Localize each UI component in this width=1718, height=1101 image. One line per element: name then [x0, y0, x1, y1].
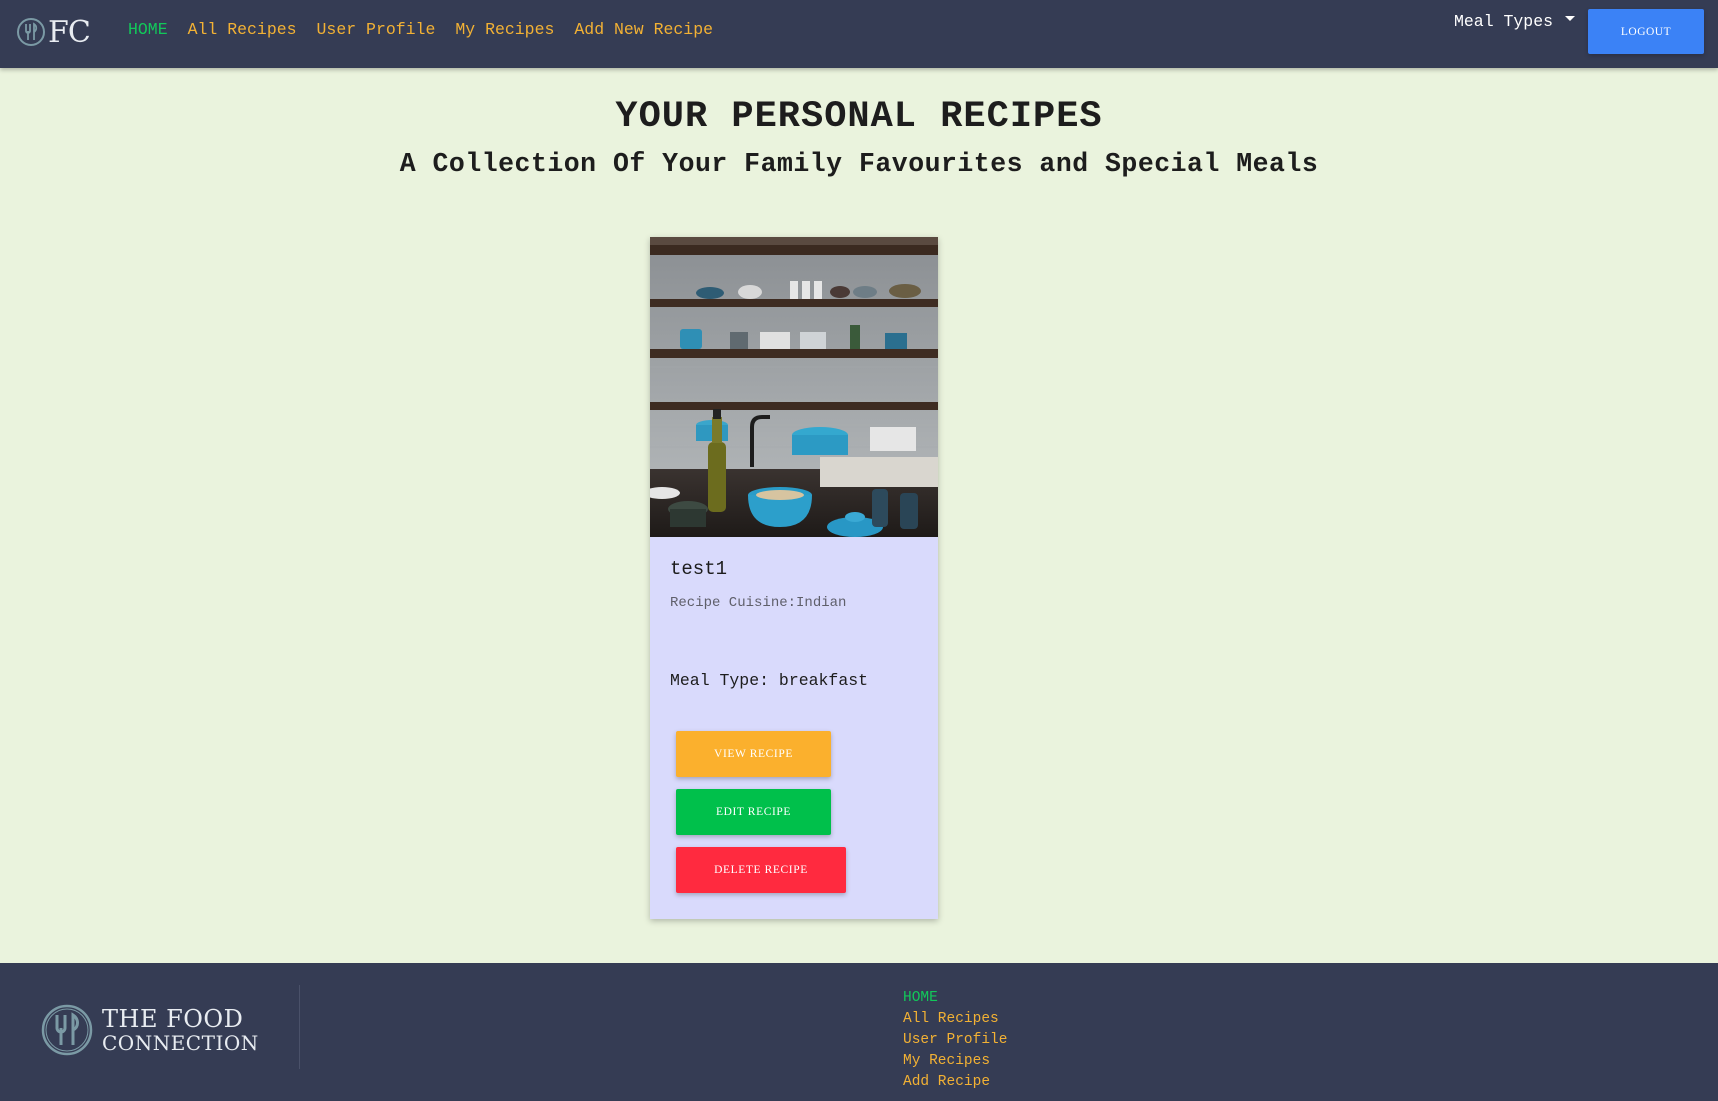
recipe-name: test1 [670, 558, 728, 580]
fork-knife-logo-icon [17, 18, 45, 46]
brand-logo-text: FC [48, 14, 91, 50]
footer-divider [299, 985, 300, 1069]
footer-link-user-profile[interactable]: User Profile [903, 1030, 1007, 1051]
recipe-image [650, 237, 938, 537]
footer-link-all-recipes[interactable]: All Recipes [903, 1009, 1007, 1030]
footer-logo-line2: CONNECTION [102, 1031, 259, 1055]
meal-types-dropdown[interactable]: Meal Types [1454, 12, 1576, 31]
nav-link-add-new-recipe[interactable]: Add New Recipe [574, 20, 713, 39]
recipe-card: test1 Recipe Cuisine:Indian Meal Type: b… [650, 237, 938, 919]
footer-nav: HOME All Recipes User Profile My Recipes… [903, 988, 1007, 1093]
caret-down-icon [1565, 16, 1576, 21]
nav-link-user-profile[interactable]: User Profile [317, 20, 436, 39]
footer: THE FOOD CONNECTION HOME All Recipes Use… [0, 963, 1718, 1101]
brand-logo[interactable]: FC [16, 14, 91, 50]
footer-logo[interactable]: THE FOOD CONNECTION [40, 1003, 259, 1057]
recipe-meal-type: Meal Type: breakfast [670, 671, 869, 690]
nav-link-home[interactable]: HOME [128, 20, 168, 39]
edit-recipe-button[interactable]: EDIT RECIPE [676, 789, 831, 835]
footer-logo-text: THE FOOD CONNECTION [102, 1007, 259, 1053]
fork-knife-logo-icon [41, 1004, 93, 1056]
footer-link-add-recipe[interactable]: Add Recipe [903, 1072, 1007, 1093]
main-nav: HOME All Recipes User Profile My Recipes… [128, 20, 733, 39]
footer-link-home[interactable]: HOME [903, 988, 1007, 1009]
footer-logo-line1: THE FOOD [102, 1005, 244, 1033]
nav-link-all-recipes[interactable]: All Recipes [188, 20, 297, 39]
meal-types-label: Meal Types [1454, 12, 1554, 31]
footer-link-my-recipes[interactable]: My Recipes [903, 1051, 1007, 1072]
logout-button[interactable]: LOGOUT [1588, 9, 1704, 54]
view-recipe-button[interactable]: VIEW RECIPE [676, 731, 831, 777]
recipe-cuisine: Recipe Cuisine:Indian [670, 595, 847, 611]
kitchen-photo [650, 237, 938, 537]
page-title: YOUR PERSONAL RECIPES [615, 96, 1103, 138]
nav-link-my-recipes[interactable]: My Recipes [455, 20, 554, 39]
page-subtitle: A Collection Of Your Family Favourites a… [399, 149, 1319, 179]
delete-recipe-button[interactable]: DELETE RECIPE [676, 847, 846, 893]
top-navbar: FC HOME All Recipes User Profile My Reci… [0, 0, 1718, 68]
